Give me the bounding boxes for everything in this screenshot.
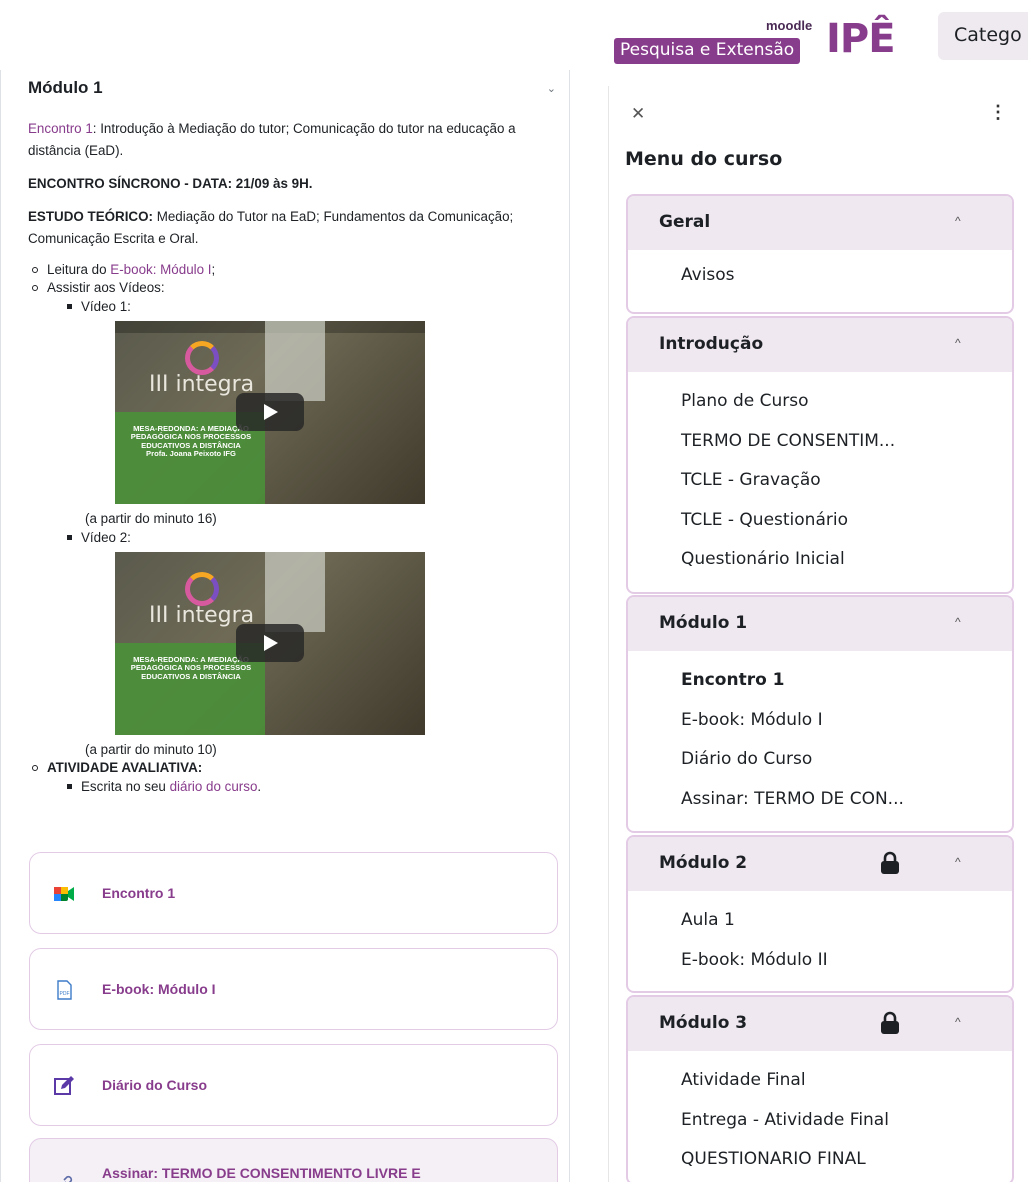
ebook-link[interactable]: E-book: Módulo I	[110, 262, 211, 277]
chevron-up-icon[interactable]: ^	[955, 214, 961, 228]
section-toggle[interactable]: Introdução ^	[628, 318, 1012, 372]
summary-date: ENCONTRO SÍNCRONO - DATA: 21/09 às 9H.	[28, 176, 313, 191]
site-badge: Pesquisa e Extensão	[614, 38, 801, 64]
link-icon	[63, 1175, 73, 1182]
more-options-icon[interactable]: ⋮	[989, 102, 1007, 123]
list-item: Escrita no seu diário do curso.	[67, 778, 558, 795]
course-index-item[interactable]: QUESTIONARIO FINAL	[628, 1140, 1012, 1180]
summary-paragraph-1: Encontro 1: Introdução à Mediação do tut…	[28, 121, 516, 158]
activity-name[interactable]: E-book: Módulo I	[102, 981, 216, 997]
section-name[interactable]: Módulo 1	[659, 613, 747, 633]
course-index-item[interactable]: Atividade Final	[628, 1061, 1012, 1101]
edit-icon	[54, 1076, 74, 1095]
course-index-section-introducao: Introdução ^ Plano de Curso TERMO DE CON…	[626, 316, 1014, 594]
section-name[interactable]: Introdução	[659, 334, 763, 354]
course-section-content: Módulo 1 ⌄ Encontro 1: Introdução à Medi…	[0, 70, 570, 1182]
summary-list: Leitura do E-book: Módulo I; Assistir ao…	[28, 261, 558, 795]
list-item: Vídeo 2:	[67, 529, 558, 546]
encontro-link[interactable]: Encontro 1	[28, 121, 93, 136]
course-index-item[interactable]: TCLE - Gravação	[628, 461, 1012, 501]
list-item: Vídeo 1:	[67, 298, 558, 315]
activity-name[interactable]: Encontro 1	[102, 885, 175, 901]
video-brand: III integra	[149, 372, 255, 397]
chevron-up-icon[interactable]: ^	[955, 615, 961, 629]
course-index-item-current[interactable]: Encontro 1	[628, 661, 1012, 701]
moodle-wordmark: moodle	[766, 18, 813, 33]
chevron-up-icon[interactable]: ^	[955, 1015, 961, 1029]
video-caption: (a partir do minuto 16)	[85, 511, 217, 526]
chevron-up-icon[interactable]: ^	[955, 855, 961, 869]
categories-button[interactable]: Catego	[938, 12, 1028, 60]
course-index-item[interactable]: Plano de Curso	[628, 382, 1012, 422]
list-item: ATIVIDADE AVALIATIVA: Escrita no seu diá…	[28, 759, 558, 795]
play-icon[interactable]	[236, 393, 304, 431]
lock-icon	[881, 851, 899, 874]
video-caption: (a partir do minuto 10)	[85, 742, 217, 757]
course-index-item[interactable]: TCLE - Questionário	[628, 501, 1012, 541]
play-icon[interactable]	[236, 624, 304, 662]
meet-icon	[54, 887, 74, 901]
course-index-item[interactable]: TERMO DE CONSENTIM...	[628, 422, 1012, 462]
section-toggle[interactable]: Módulo 1 ^	[628, 597, 1012, 651]
site-logo[interactable]: moodle Pesquisa e Extensão IPÊ	[614, 14, 896, 70]
chevron-up-icon[interactable]: ^	[955, 336, 961, 350]
activity-card-termo[interactable]: Assinar: TERMO DE CONSENTIMENTO LIVRE E	[29, 1138, 558, 1182]
lock-icon	[881, 1011, 899, 1034]
video-embed-2[interactable]: III integra MESA-REDONDA: A MEDIAÇÃO PED…	[115, 552, 425, 735]
integra-logo-icon	[185, 341, 219, 375]
activity-card-encontro[interactable]: Encontro 1	[29, 852, 558, 934]
chevron-down-icon[interactable]: ⌄	[547, 82, 556, 95]
close-icon[interactable]: ✕	[631, 104, 645, 124]
brand-logo-text: IPÊ	[826, 16, 896, 62]
list-item: Leitura do E-book: Módulo I;	[28, 261, 558, 278]
pdf-icon: PDF	[57, 980, 72, 1000]
course-index-section-modulo-2: Módulo 2 ^ Aula 1 E-book: Módulo II	[626, 835, 1014, 993]
course-index-item[interactable]: Avisos	[628, 256, 1012, 296]
course-index-item[interactable]: Assinar: TERMO DE CON...	[628, 780, 1012, 820]
activity-card-ebook[interactable]: PDF E-book: Módulo I	[29, 948, 558, 1030]
integra-logo-icon	[185, 572, 219, 606]
course-index-item[interactable]: Aula 1	[628, 901, 1012, 941]
course-index-item[interactable]: Questionário Inicial	[628, 540, 1012, 580]
list-item: Assistir aos Vídeos: Vídeo 1: III integr…	[28, 279, 558, 758]
section-header[interactable]: Módulo 1 ⌄	[28, 78, 558, 104]
course-index-section-modulo-3: Módulo 3 ^ Atividade Final Entrega - Ati…	[626, 995, 1014, 1182]
course-index-item[interactable]: E-book: Módulo I	[628, 701, 1012, 741]
section-name[interactable]: Módulo 3	[659, 1013, 747, 1033]
diario-link[interactable]: diário do curso	[170, 779, 258, 794]
svg-text:PDF: PDF	[60, 991, 70, 997]
activity-name[interactable]: Assinar: TERMO DE CONSENTIMENTO LIVRE E	[102, 1165, 421, 1181]
course-index-drawer: ✕ ⋮ Menu do curso Geral ^ Avisos Introdu…	[608, 86, 1028, 1182]
course-index-item[interactable]: E-book: Módulo II	[628, 941, 1012, 981]
section-toggle[interactable]: Módulo 3 ^	[628, 997, 1012, 1051]
section-summary: Encontro 1: Introdução à Mediação do tut…	[28, 118, 558, 796]
course-index-section-geral: Geral ^ Avisos	[626, 194, 1014, 314]
course-index-item[interactable]: Entrega - Atividade Final	[628, 1101, 1012, 1141]
activity-card-diario[interactable]: Diário do Curso	[29, 1044, 558, 1126]
video-embed-1[interactable]: III integra MESA-REDONDA: A MEDIAÇÃO PED…	[115, 321, 425, 504]
section-title: Módulo 1	[28, 78, 103, 97]
course-index-section-modulo-1: Módulo 1 ^ Encontro 1 E-book: Módulo I D…	[626, 595, 1014, 833]
drawer-title: Menu do curso	[625, 148, 783, 170]
activity-name[interactable]: Diário do Curso	[102, 1077, 207, 1093]
summary-theory: ESTUDO TEÓRICO: Mediação do Tutor na EaD…	[28, 209, 514, 246]
section-name[interactable]: Módulo 2	[659, 853, 747, 873]
section-toggle[interactable]: Geral ^	[628, 196, 1012, 250]
course-index-item[interactable]: Diário do Curso	[628, 740, 1012, 780]
video-brand: III integra	[149, 603, 255, 628]
section-toggle[interactable]: Módulo 2 ^	[628, 837, 1012, 891]
section-name[interactable]: Geral	[659, 212, 710, 232]
categories-button-label: Catego	[954, 24, 1022, 46]
